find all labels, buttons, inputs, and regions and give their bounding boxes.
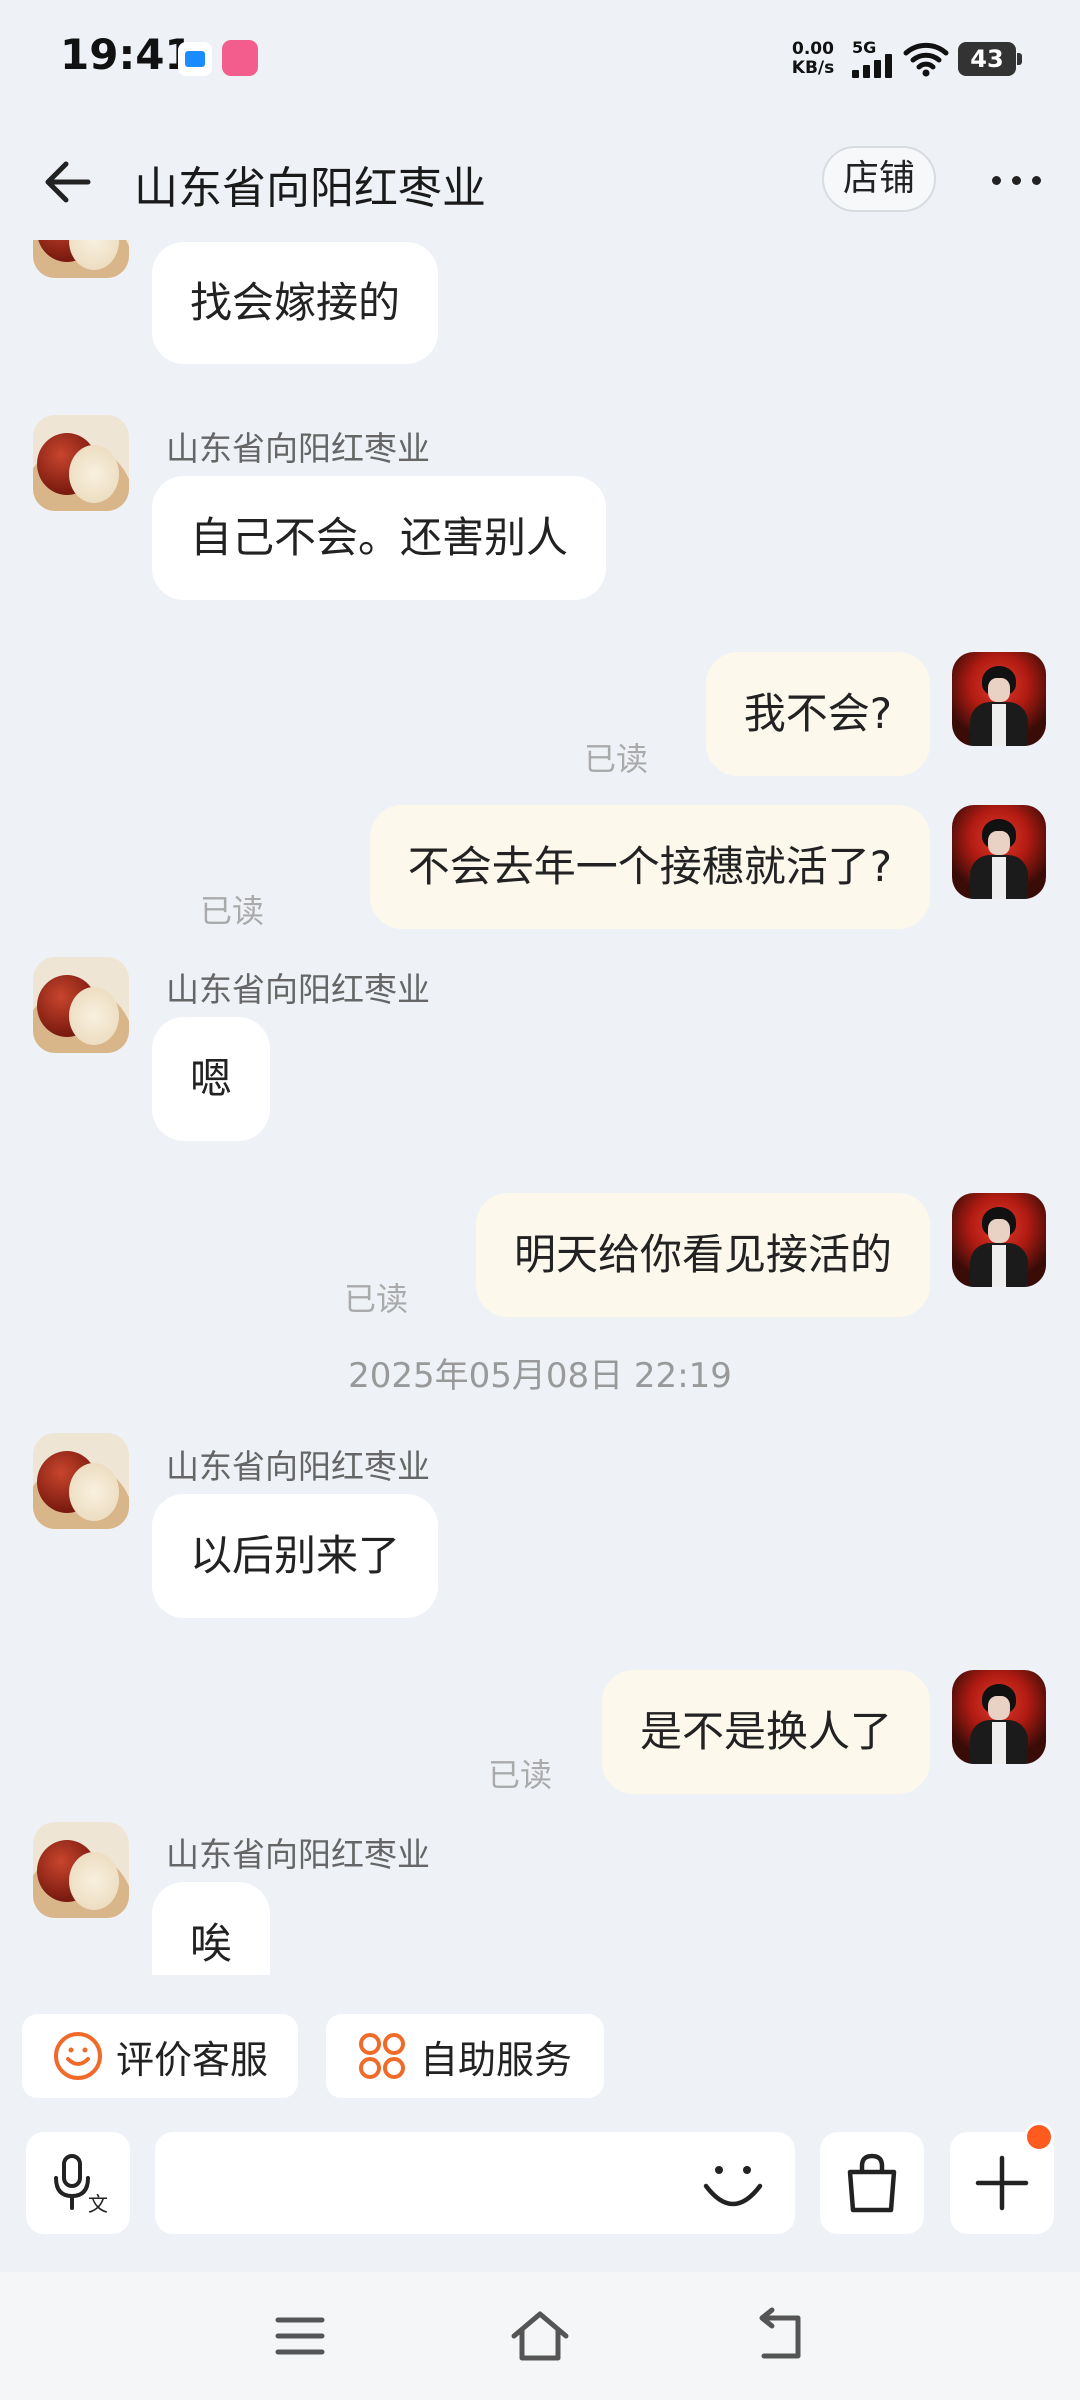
message-bubble-outgoing[interactable]: 我不会? [705, 652, 930, 776]
message-bubble-outgoing[interactable]: 明天给你看见接活的 [475, 1193, 930, 1317]
message-timestamp: 2025年05月08日 22:19 [348, 1356, 732, 1396]
input-bar: 文 [0, 2130, 1080, 2236]
evaluate-service-label: 评价客服 [116, 2037, 269, 2082]
back-icon[interactable] [748, 2306, 812, 2366]
self-service-label: 自助服务 [420, 2037, 573, 2082]
bilibili-icon [222, 40, 258, 76]
shopping-bag-button[interactable] [820, 2132, 924, 2234]
menu-icon[interactable] [268, 2306, 332, 2366]
chat-message-list[interactable]: 找会嫁接的 山东省向阳红枣业 自己不会。还害别人 已读 我不会? 已读 不会去年… [0, 240, 1080, 1975]
self-service-button[interactable]: 自助服务 [326, 2014, 604, 2098]
user-avatar[interactable] [952, 652, 1046, 746]
battery-icon: 43 [958, 42, 1022, 76]
sender-name: 山东省向阳红枣业 [166, 1835, 430, 1874]
user-avatar[interactable] [952, 805, 1046, 899]
emoji-icon[interactable] [698, 2152, 768, 2214]
message-bubble-incoming[interactable]: 自己不会。还害别人 [152, 476, 607, 600]
user-avatar[interactable] [952, 1193, 1046, 1287]
smiley-icon [54, 2032, 102, 2080]
plus-icon [975, 2155, 1029, 2211]
shop-avatar[interactable] [33, 1433, 129, 1529]
read-status: 已读 [344, 1280, 409, 1318]
message-bubble-incoming[interactable]: 嗯 [152, 1017, 271, 1141]
wifi-icon [903, 42, 949, 77]
shop-avatar[interactable] [33, 415, 129, 511]
message-bubble-outgoing[interactable]: 不会去年一个接穗就活了? [369, 805, 930, 929]
self-service-icon [359, 2033, 405, 2079]
voice-input-button[interactable]: 文 [26, 2132, 130, 2234]
read-status: 已读 [488, 1756, 553, 1794]
network-speed-unit: KB/s [791, 58, 835, 78]
status-bar: 19:41 0.00 KB/s 5G 43 [0, 0, 1080, 120]
system-nav-bar [0, 2272, 1080, 2400]
message-bubble-incoming[interactable]: 唉 [152, 1882, 271, 1975]
svg-text:文: 文 [88, 2192, 108, 2214]
message-bubble-incoming[interactable]: 以后别来了 [152, 1494, 439, 1618]
status-time: 19:41 [60, 30, 194, 79]
home-icon[interactable] [508, 2306, 572, 2366]
network-speed: 0.00 KB/s [788, 40, 838, 78]
notification-dot [1024, 2122, 1054, 2152]
user-avatar[interactable] [952, 1670, 1046, 1764]
back-arrow-icon[interactable] [36, 150, 100, 214]
message-bubble-outgoing[interactable]: 是不是换人了 [601, 1670, 930, 1794]
evaluate-service-button[interactable]: 评价客服 [22, 2014, 298, 2098]
app-notification-icon [178, 42, 212, 76]
read-status: 已读 [200, 892, 265, 930]
chat-header: 山东省向阳红枣业 店铺 [0, 120, 1080, 240]
shop-avatar[interactable] [33, 1822, 129, 1918]
read-status: 已读 [584, 740, 649, 778]
sender-name: 山东省向阳红枣业 [166, 1447, 430, 1486]
sender-name: 山东省向阳红枣业 [166, 429, 430, 468]
shopping-bag-icon [847, 2153, 897, 2213]
sender-name: 山东省向阳红枣业 [166, 970, 430, 1009]
network-speed-value: 0.00 [792, 39, 834, 59]
signal-icon [852, 54, 896, 78]
voice-input-icon: 文 [54, 2154, 108, 2214]
quick-actions: 评价客服 自助服务 [0, 2010, 1080, 2100]
shop-avatar[interactable] [33, 240, 129, 278]
shop-avatar[interactable] [33, 957, 129, 1053]
page-title: 山东省向阳红枣业 [134, 163, 486, 214]
store-button[interactable]: 店铺 [822, 146, 936, 212]
more-icon[interactable] [984, 160, 1048, 200]
message-bubble-incoming[interactable]: 找会嫁接的 [152, 242, 439, 364]
